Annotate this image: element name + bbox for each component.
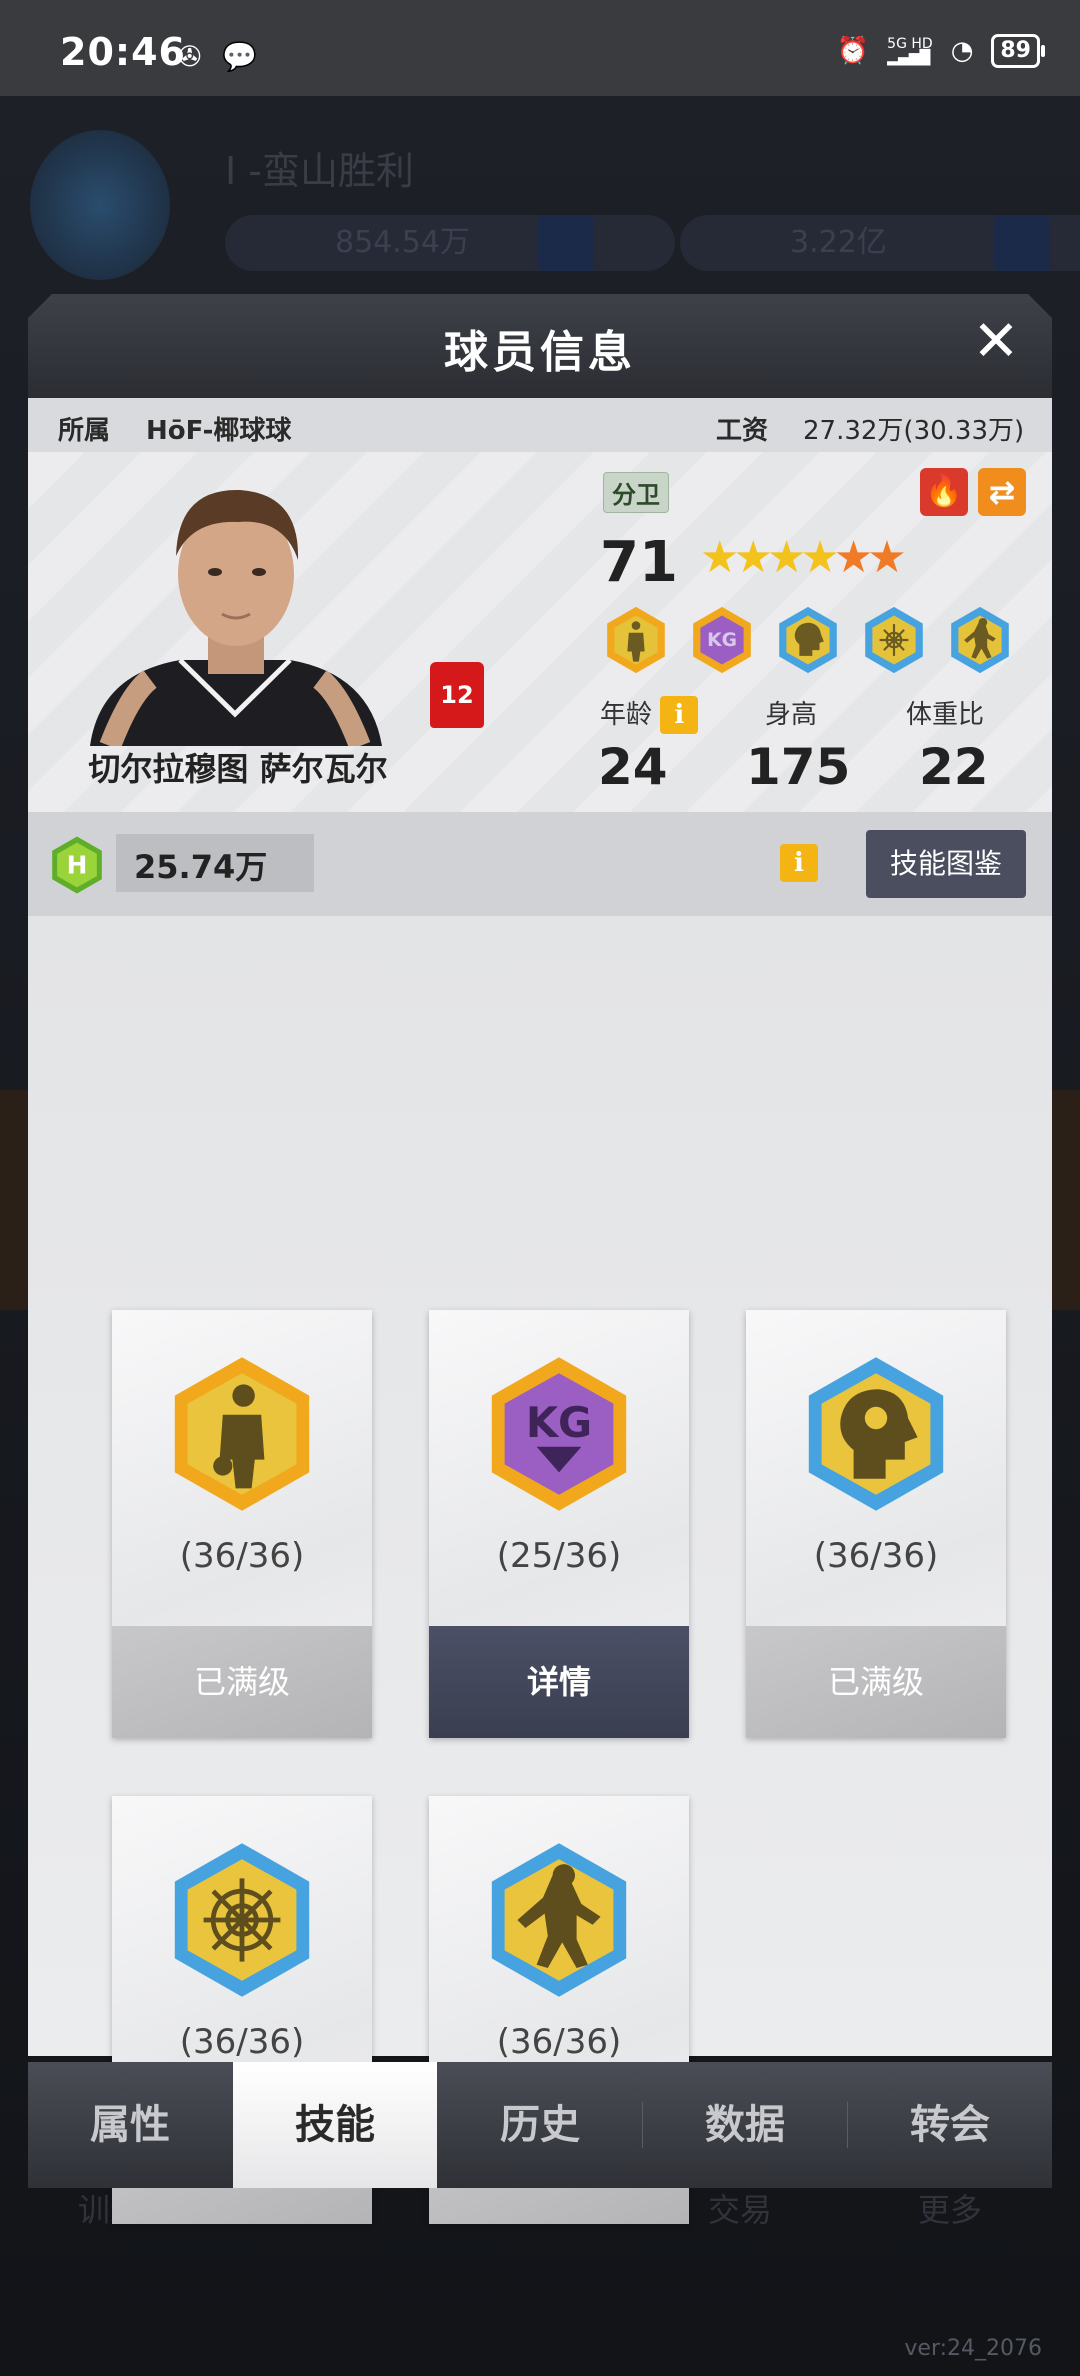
h-coin-icon: H [52,836,102,894]
star-icon: ★ [867,532,907,583]
age-value: 24 [598,738,668,796]
alarm-icon: ⏰ [836,36,870,66]
tab-history[interactable]: 历史 [438,2062,642,2188]
age-label: 年龄 i [600,694,699,734]
star-icon: ★ [766,532,807,583]
player-portrait [90,489,382,746]
status-time: 20:46 [60,30,186,74]
add-gems-button[interactable] [994,215,1050,271]
skill-progress: (36/36) [179,2022,305,2062]
salary-label: 工资 [716,416,769,446]
fire-icon[interactable]: 🔥 [920,468,968,516]
svg-text:H: H [67,851,88,880]
svg-text:KG: KG [526,1398,592,1447]
details-button[interactable]: 详情 [429,1626,689,1738]
currency-value: 25.74万 [134,848,268,886]
star-icon: ★ [833,532,874,583]
status-bar: 20:46 ✇ 💬 ⏰ 5G HD ▂▄▆█ ◔ 89 [0,0,1080,96]
add-coins-button[interactable] [538,215,594,271]
version-label: ver:24_2076 [904,2336,1042,2361]
tab-transfer[interactable]: 转会 [848,2062,1052,2188]
wifi-icon: ◔ [950,36,974,66]
star-icon: ★ [700,532,740,583]
message-icon: 💬 [222,40,257,73]
team-value: HōF-椰球球 [146,416,292,446]
modal-tab-bar: 属性 技能 历史 数据 转会 [28,2062,1052,2188]
maxed-button[interactable]: 已满级 [746,1626,1006,1738]
cellular-signal-icon: 5G HD ▂▄▆█ [887,36,933,66]
wechat-icon: ✇ [178,40,202,73]
tab-data[interactable]: 数据 [643,2062,847,2188]
close-button[interactable]: ✕ [966,312,1026,372]
weight-label: 体重比 [906,700,985,730]
kg-arrow-icon[interactable]: KG [686,604,758,676]
team-label: 所属 [58,416,111,446]
skill-progress: (36/36) [496,2022,622,2062]
jersey-number-badge: 12 [430,662,484,728]
player-silhouette-icon[interactable] [600,604,672,676]
salary-value: 27.32万(30.33万) [803,416,1025,446]
svg-text:KG: KG [707,630,737,651]
skills-area: (36/36) 已满级 KG (25/36) 详情 (36/36) 已满级 (3… [28,916,1052,2224]
currency-row: H 25.74万 i 技能图鉴 [28,812,1052,916]
star-rating: ★★★★★★ [700,532,907,583]
skill-guide-button[interactable]: 技能图鉴 [866,830,1026,898]
skill-progress: (36/36) [179,1536,305,1576]
age-label-text: 年龄 [600,700,653,730]
head-lightbulb-icon [808,1357,944,1511]
weight-value: 22 [919,738,989,796]
player-profile: 12 切尔拉穆图 萨尔瓦尔 分卫 🔥 ⇄ 71 ★★★★★★ KG 年龄 i 身… [28,452,1052,812]
bg-tab-more: 更多 [917,2191,982,2229]
head-lightbulb-icon[interactable] [772,604,844,676]
age-info-icon[interactable]: i [660,696,699,734]
player-silhouette-icon [174,1357,310,1511]
skill-progress: (25/36) [496,1536,622,1576]
swap-icon[interactable]: ⇄ [978,468,1026,516]
position-badge: 分卫 [603,472,669,513]
tab-skills[interactable]: 技能 [233,2062,437,2188]
tab-attributes[interactable]: 属性 [28,2062,232,2188]
side-panel-right [1052,1090,1080,1310]
height-value: 175 [746,738,851,796]
battery-indicator: 89 [991,34,1045,68]
network-type: 5G HD [887,36,933,52]
maxed-button[interactable]: 已满级 [112,1626,372,1738]
skill-card: (36/36) 已满级 [112,1310,372,1738]
info-strip: 所属 HōF-椰球球 工资 27.32万(30.33万) [28,398,1052,452]
skill-card: (36/36) 已满级 [746,1310,1006,1738]
team-logo [30,130,170,280]
skill-progress: (36/36) [813,1536,939,1576]
coins-display: 854.54万 [225,215,675,271]
star-icon: ★ [800,532,840,583]
defender-icon [491,1843,627,1997]
modal-title: 球员信息 [444,327,636,378]
skill-card: KG (25/36) 详情 [429,1310,689,1738]
kg-arrow-icon: KG [491,1357,627,1511]
spiderweb-icon[interactable] [858,604,930,676]
currency-info-icon[interactable]: i [780,844,818,882]
defender-icon[interactable] [944,604,1016,676]
star-icon: ★ [733,532,773,583]
team-name: Ⅰ -蛮山胜利 [225,149,414,193]
overall-rating: 71 [600,530,678,595]
mini-skill-badges: KG [600,604,1016,676]
player-name: 切尔拉穆图 萨尔瓦尔 [88,750,388,788]
spiderweb-icon [174,1843,310,1997]
height-label: 身高 [765,700,818,730]
player-info-modal: 球员信息 ✕ 所属 HōF-椰球球 工资 27.32万(30.33万) 12 切… [28,294,1052,2224]
side-panel-left [0,1090,30,1310]
